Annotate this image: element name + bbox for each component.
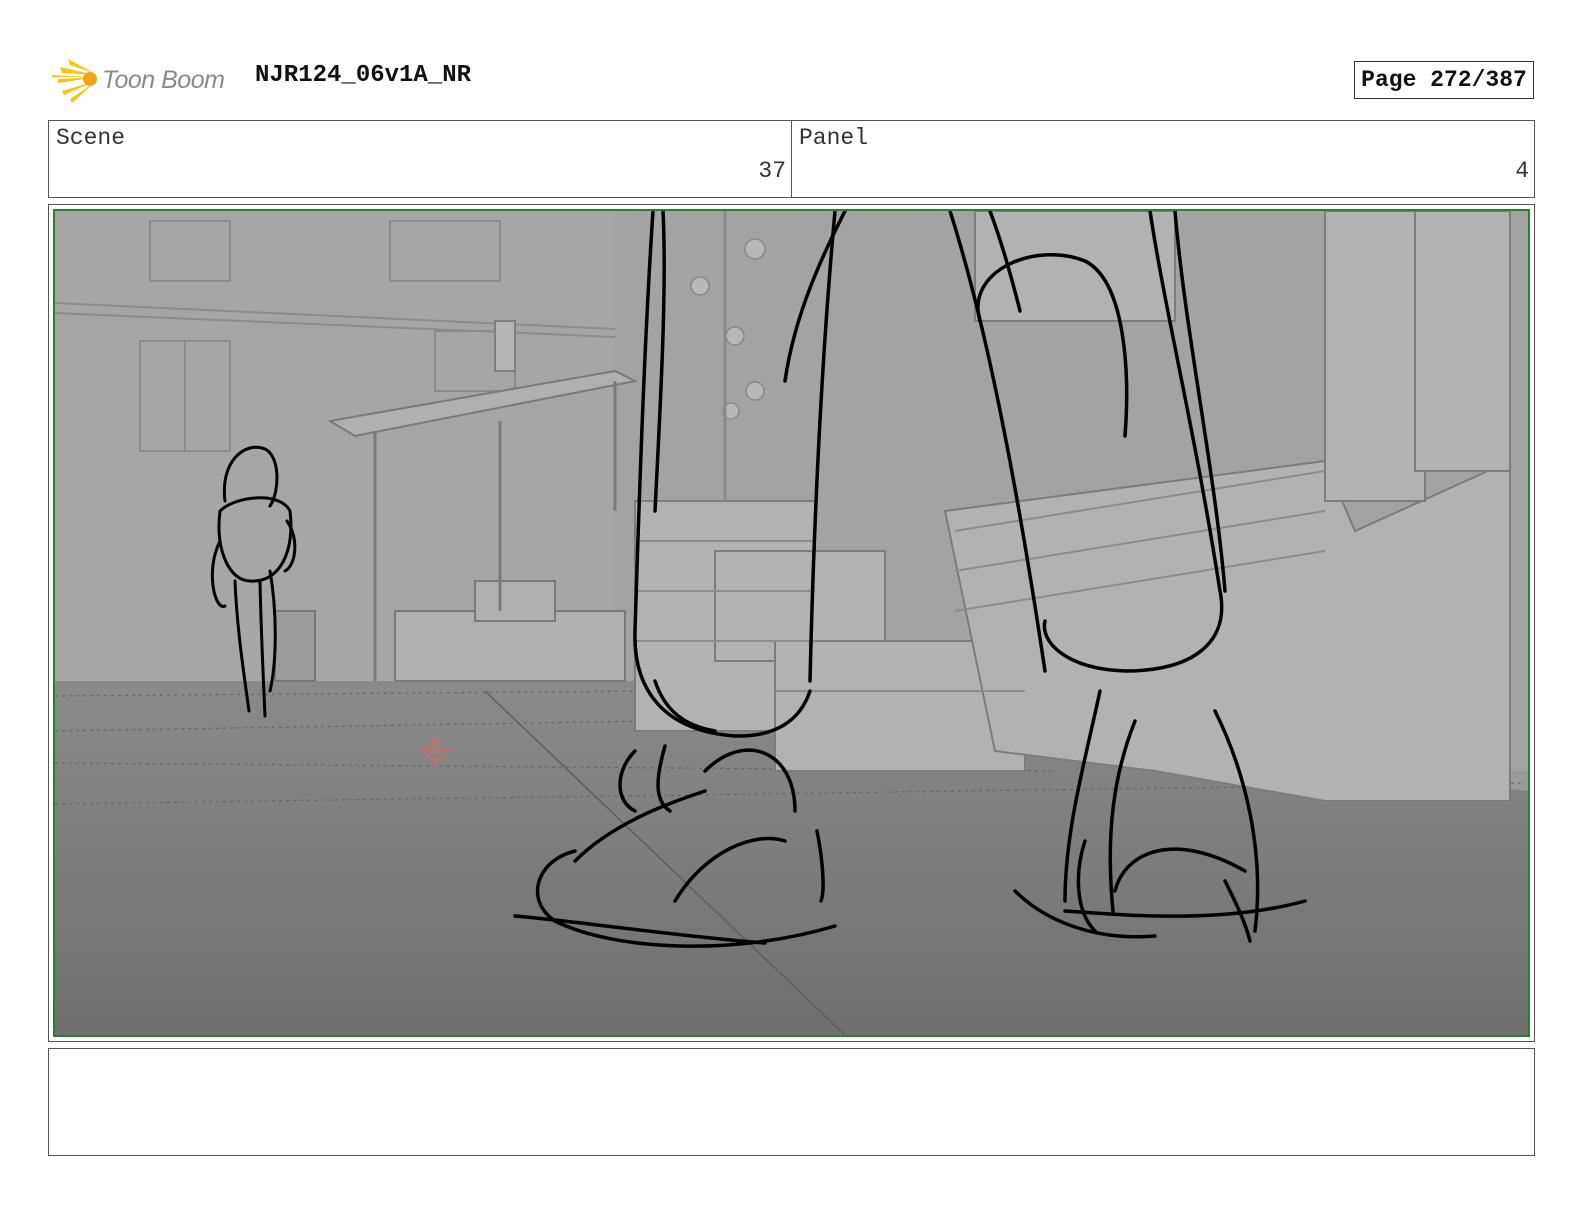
page-number: Page 272/387 — [1354, 61, 1534, 99]
panel-cell: Panel 4 — [791, 121, 1534, 197]
scene-number: 37 — [758, 158, 786, 184]
storyboard-sketch — [55, 211, 1528, 1035]
panel-notes — [48, 1048, 1535, 1156]
toon-boom-logo: Toon Boom — [50, 54, 240, 106]
scene-label: Scene — [56, 125, 126, 151]
storyboard-panel-image — [53, 209, 1530, 1037]
document-title: NJR124_06v1A_NR — [255, 62, 472, 89]
panel-number: 4 — [1515, 158, 1529, 184]
panel-label: Panel — [799, 125, 869, 151]
starburst-icon — [52, 59, 98, 103]
scene-cell: Scene 37 — [49, 121, 791, 197]
logo-text: Toon Boom — [102, 65, 225, 94]
panel-frame — [48, 204, 1535, 1042]
scene-panel-info: Scene 37 Panel 4 — [48, 120, 1535, 198]
